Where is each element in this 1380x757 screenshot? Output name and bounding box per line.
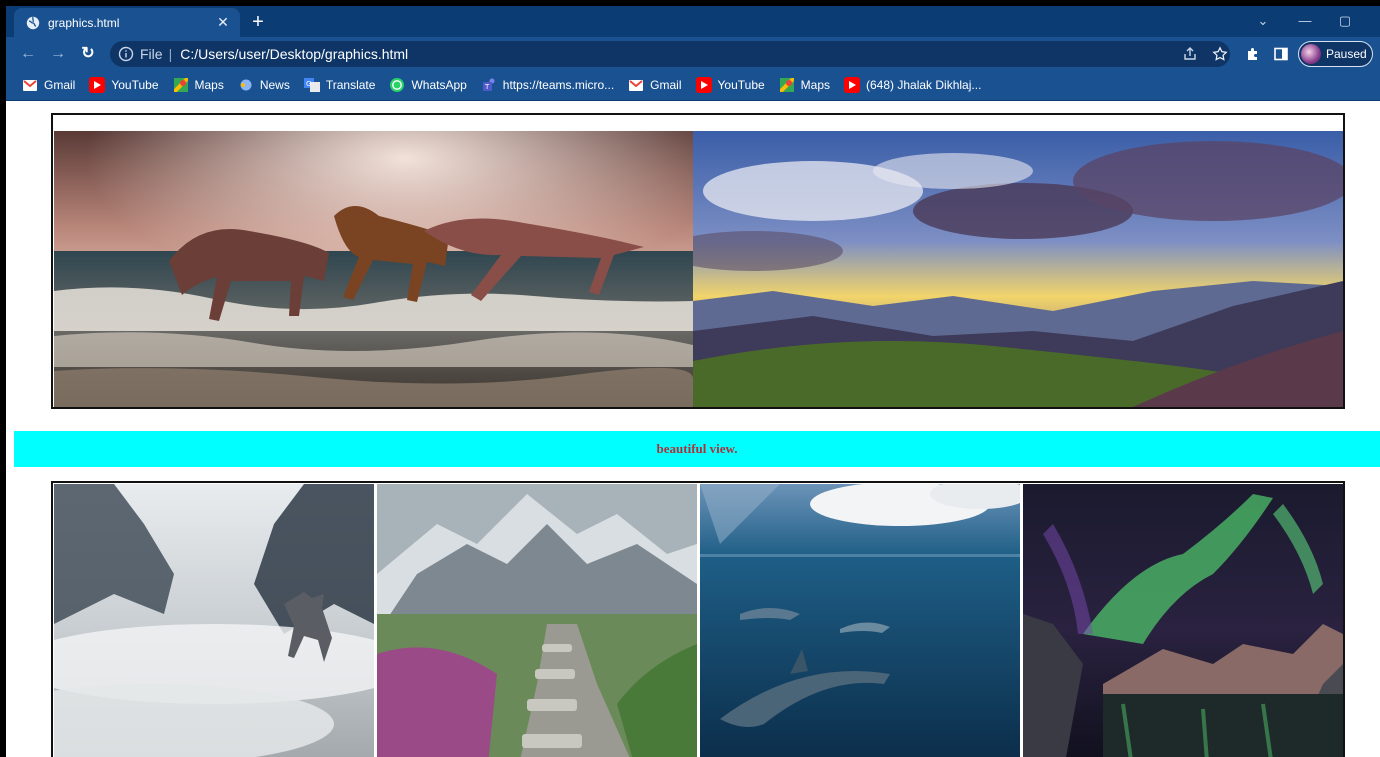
bookmark-gmail[interactable]: Gmail [22,77,75,93]
news-icon [238,77,254,93]
teams-icon: T [481,77,497,93]
bookmark-star-icon[interactable] [1210,44,1230,64]
close-tab-icon[interactable]: ✕ [212,14,234,31]
globe-icon [26,16,40,30]
translate-icon: G [303,77,320,93]
bookmark-teams[interactable]: T https://teams.micro... [481,77,614,93]
bookmark-news[interactable]: News [238,77,290,93]
svg-text:G: G [306,80,311,88]
bookmark-jhalak-dikhlaja[interactable]: (648) Jhalak Dikhlaj... [844,77,981,93]
tab-graphics-html[interactable]: graphics.html ✕ [14,8,240,37]
forward-arrow-icon[interactable]: → [46,42,70,66]
mountain-stone-path-image [377,484,697,757]
whatsapp-icon [389,77,405,93]
side-panel-icon[interactable] [1272,45,1290,63]
bookmark-gmail-2[interactable]: Gmail [628,77,682,93]
horses-running-on-beach-image [54,131,693,407]
underwater-dolphins-image [700,484,1020,757]
new-tab-button[interactable]: + [246,10,270,34]
youtube-icon [89,77,106,93]
browser-window: graphics.html ✕ + ⌄ — ▢ ← → ↻ File | C:/… [6,6,1380,757]
aurora-lake-night-image [1023,484,1343,757]
banner-text: beautiful view. [656,441,738,456]
maps-icon [779,77,795,93]
address-file-label: File [140,46,163,62]
address-bar[interactable]: File | C:/Users/user/Desktop/graphics.ht… [110,41,1230,67]
share-icon[interactable] [1180,44,1200,64]
bookmark-youtube-2[interactable]: YouTube [695,77,765,93]
bottom-gallery-frame [51,481,1345,757]
back-arrow-icon[interactable]: ← [16,42,40,66]
address-url: C:/Users/user/Desktop/graphics.html [180,46,409,62]
tab-title: graphics.html [48,15,120,30]
browser-toolbar: ← → ↻ File | C:/Users/user/Desktop/graph… [6,37,1380,70]
bookmark-youtube[interactable]: YouTube [89,77,159,93]
bookmark-translate[interactable]: G Translate [303,77,375,93]
bookmark-whatsapp[interactable]: WhatsApp [389,77,467,93]
reload-icon[interactable]: ↻ [76,42,100,66]
top-gallery-frame [51,113,1345,409]
bookmark-maps-2[interactable]: Maps [779,77,830,93]
restore-icon[interactable]: ▢ [1330,10,1360,32]
bookmark-maps[interactable]: Maps [173,77,224,93]
gmail-icon [628,77,644,93]
profile-status-label: Paused [1326,47,1367,61]
youtube-icon [844,77,861,93]
tab-strip: graphics.html ✕ + ⌄ — ▢ [6,6,1380,37]
avatar [1301,44,1321,64]
misty-forest-wolf-image [54,484,374,757]
youtube-icon [695,77,712,93]
bookmarks-bar: Gmail YouTube Maps News G Translate What… [6,70,1380,101]
minimize-icon[interactable]: — [1290,10,1320,32]
address-separator: | [168,46,173,62]
maps-icon [173,77,189,93]
svg-text:T: T [484,83,490,91]
extensions-puzzle-icon[interactable] [1244,45,1262,63]
page-content: beautiful view. [6,101,1380,757]
tab-search-icon[interactable]: ⌄ [1248,10,1278,32]
mountain-sunset-clouds-image [693,131,1343,407]
info-icon[interactable] [118,46,134,62]
profile-button[interactable]: Paused [1298,41,1373,67]
caption-banner: beautiful view. [14,431,1380,467]
gmail-icon [22,77,38,93]
